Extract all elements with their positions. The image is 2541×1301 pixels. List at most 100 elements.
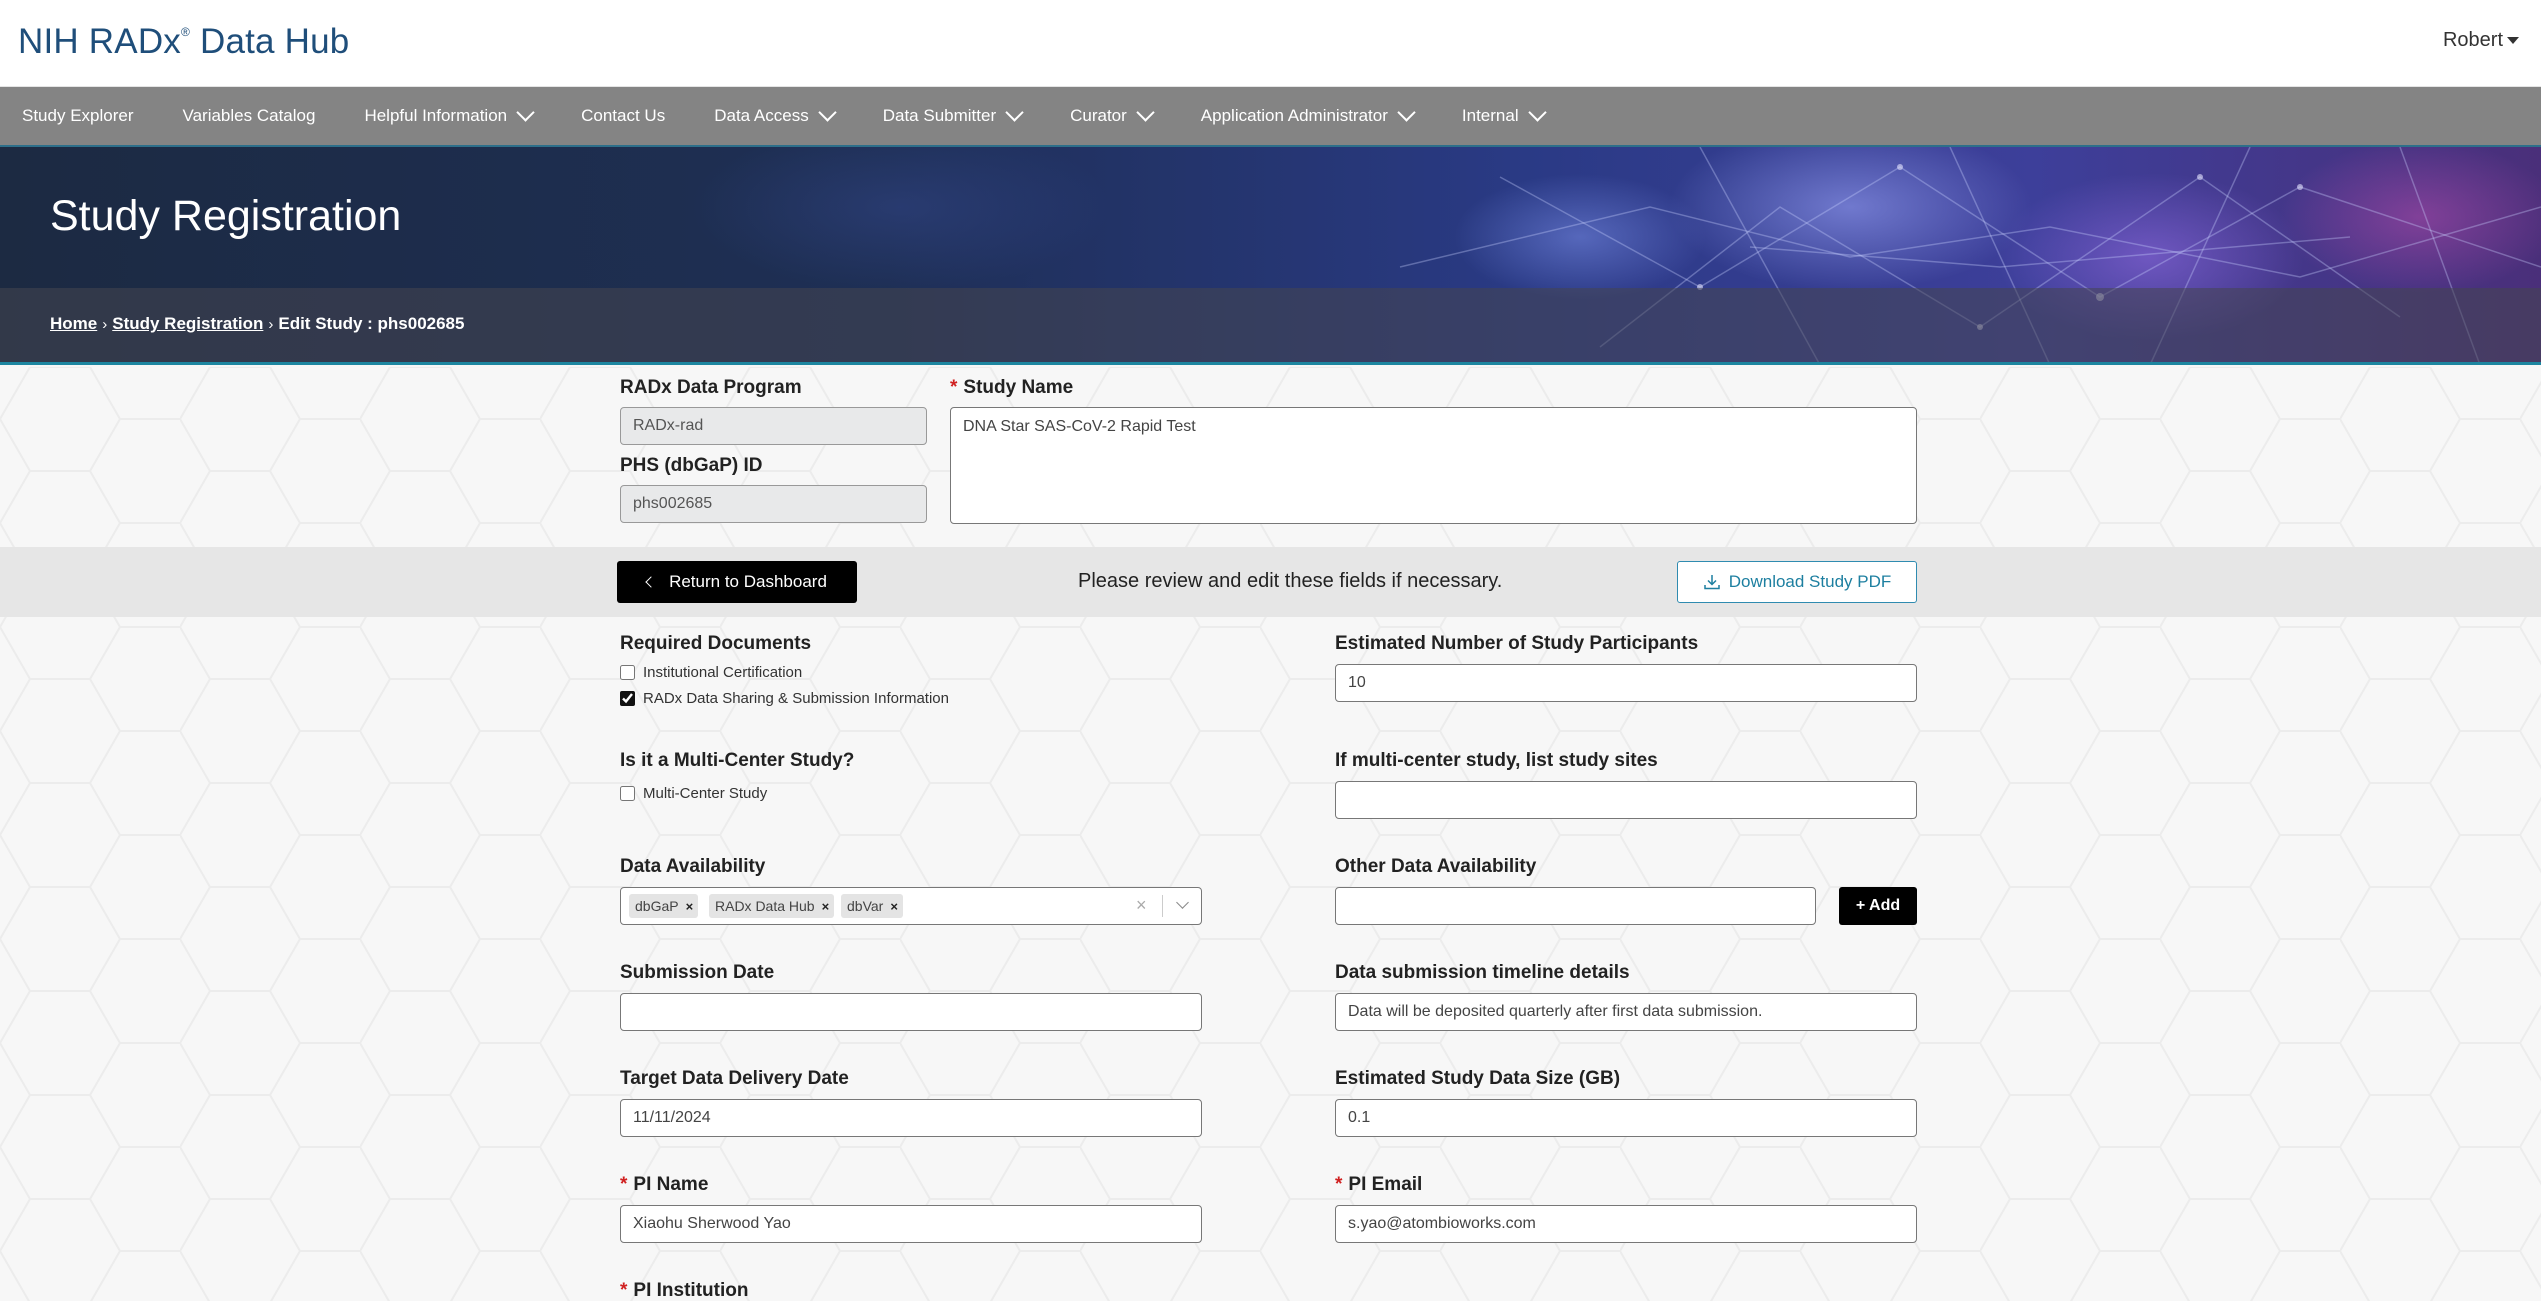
nav-item-label: Internal [1461,106,1519,125]
chip-remove-icon[interactable]: × [890,899,898,914]
breadcrumb-study-registration[interactable]: Study Registration [112,314,263,333]
brand-registered-mark: ® [181,25,191,40]
user-menu[interactable]: Robert [2443,29,2519,52]
nav-item-contact-us[interactable]: Contact Us [581,106,665,126]
page-title: Study Registration [50,192,402,240]
return-to-dashboard-button[interactable]: Return to Dashboard [617,561,857,603]
pi-email-field[interactable] [1335,1205,1917,1243]
breadcrumb-separator: › [102,316,108,333]
top-header: NIH RADx® Data Hub Robert [0,0,2541,87]
breadcrumb-home[interactable]: Home [50,314,97,333]
multiselect-divider [1162,895,1163,917]
pi-email-label: * PI Email [1335,1174,1422,1196]
data-size-label: Estimated Study Data Size (GB) [1335,1068,1621,1089]
chip-label: dbGaP [635,898,679,914]
program-label: RADx Data Program [620,377,802,398]
study-name-field[interactable]: DNA Star SAS-CoV-2 Rapid Test [950,407,1917,524]
breadcrumb: Home › Study Registration › Edit Study : phs… [50,314,464,334]
sites-field[interactable] [1335,781,1917,819]
chip-label: dbVar [847,898,884,914]
chevron-down-icon [1136,102,1155,122]
multicenter-label: Is it a Multi-Center Study? [620,750,855,771]
clear-all-icon[interactable]: × [1136,895,1147,916]
nav-list: Study Explorer Variables Catalog Helpful I… [0,87,2541,145]
doc-radx-sharing-label: RADx Data Sharing & Submission Informati… [643,690,949,707]
hero-accent-line [0,362,2541,365]
other-availability-label: Other Data Availability [1335,856,1537,877]
pi-name-field[interactable] [620,1205,1202,1243]
program-field [620,407,927,445]
doc-institutional-checkbox[interactable] [620,665,635,680]
doc-institutional-row[interactable]: Institutional Certification [620,664,802,681]
chevron-down-icon[interactable] [1176,896,1189,909]
timeline-field[interactable] [1335,993,1917,1031]
add-availability-button[interactable]: + Add [1839,887,1917,925]
nav-item-label: Data Submitter [882,106,997,125]
participants-field[interactable] [1335,664,1917,702]
nav-item-label: Contact Us [581,106,666,125]
chip-label: RADx Data Hub [715,898,815,914]
required-marker: * [620,1280,628,1301]
target-date-label: Target Data Delivery Date [620,1068,849,1089]
nav-item-label: Helpful Information [364,106,508,125]
nav-item-label: Variables Catalog [182,106,316,125]
participants-label: Estimated Number of Study Participants [1335,633,1699,654]
breadcrumb-current: Edit Study : phs002685 [278,314,465,333]
submission-date-label: Submission Date [620,962,775,983]
timeline-label: Data submission timeline details [1335,962,1630,983]
review-message: Please review and edit these fields if n… [1078,570,1503,592]
pi-name-label: * PI Name [620,1174,708,1196]
caret-down-icon [2507,37,2519,45]
required-marker: * [950,377,958,398]
brand-logo[interactable]: NIH RADx® Data Hub [18,22,349,62]
availability-chip: RADx Data Hub × [709,894,835,918]
required-docs-label: Required Documents [620,633,812,654]
chevron-down-icon [516,102,535,122]
chevron-down-icon [1005,102,1024,122]
nav-item-label: Data Access [714,106,809,125]
doc-radx-sharing-checkbox[interactable] [620,691,635,706]
nav-item-label: Application Administrator [1200,106,1388,125]
main-nav: Study Explorer Variables Catalog Helpful I… [0,87,2541,147]
multicenter-checkbox-label: Multi-Center Study [643,785,768,802]
nav-item-helpful-information[interactable]: Helpful Information [364,102,535,126]
chevron-down-icon [1527,102,1547,122]
nav-item-study-explorer[interactable]: Study Explorer [22,106,134,126]
availability-label: Data Availability [620,856,766,877]
pi-name-label-text: PI Name [633,1174,709,1195]
nav-item-internal[interactable]: Internal [1461,102,1547,126]
pi-email-label-text: PI Email [1348,1174,1423,1195]
chevron-down-icon [818,102,837,122]
nav-item-curator[interactable]: Curator [1070,102,1155,126]
multicenter-row[interactable]: Multi-Center Study [620,785,767,802]
doc-institutional-label: Institutional Certification [643,664,803,681]
nav-item-data-submitter[interactable]: Data Submitter [882,102,1024,126]
submission-date-field[interactable] [620,993,1202,1031]
pi-institution-label: * PI Institution [620,1280,748,1301]
availability-chip: dbGaP × [629,894,699,918]
nav-item-variables-catalog[interactable]: Variables Catalog [183,106,316,126]
required-marker: * [1335,1174,1343,1195]
hero-banner: Study Registration Home › Study Registrati… [0,147,2541,365]
nav-item-data-access[interactable]: Data Access [714,102,837,126]
return-button-label: Return to Dashboard [669,572,827,591]
download-study-pdf-button[interactable]: Download Study PDF [1677,561,1917,603]
chip-remove-icon[interactable]: × [686,899,694,914]
breadcrumb-separator: › [268,316,274,333]
chip-remove-icon[interactable]: × [822,899,830,914]
nav-item-label: Curator [1070,106,1127,125]
study-name-label-text: Study Name [963,377,1074,398]
availability-chip: dbVar × [841,894,903,918]
nav-item-label: Study Explorer [22,106,134,125]
brand-suffix: Data Hub [199,22,350,61]
availability-multiselect[interactable]: dbGaP × RADx Data Hub × dbVar × × [620,887,1202,925]
data-size-field[interactable] [1335,1099,1917,1137]
required-marker: * [620,1174,628,1195]
multicenter-checkbox[interactable] [620,786,635,801]
sites-label: If multi-center study, list study sites [1335,750,1658,771]
phs-label: PHS (dbGaP) ID [620,455,763,476]
other-availability-field[interactable] [1335,887,1816,925]
doc-radx-sharing-row[interactable]: RADx Data Sharing & Submission Informati… [620,690,949,707]
nav-item-application-administrator[interactable]: Application Administrator [1200,102,1416,126]
target-date-field[interactable] [620,1099,1202,1137]
